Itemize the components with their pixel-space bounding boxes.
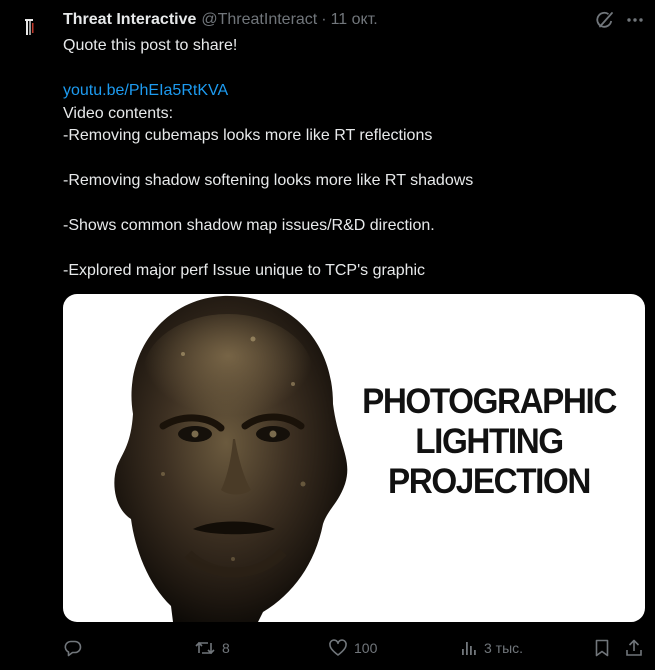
views-icon xyxy=(462,642,476,655)
grok-button[interactable] xyxy=(594,9,616,31)
tweet-line-item-4: -Explored major perf Issue unique to TCP… xyxy=(63,262,426,279)
header-separator: · xyxy=(321,11,327,28)
tweet-line-item-1: -Removing cubemaps looks more like RT re… xyxy=(63,127,433,144)
more-button[interactable] xyxy=(624,9,646,31)
tweet-text: Quote this post to share! youtu.be/PhEIa… xyxy=(63,35,643,283)
action-bar: 8 100 3 тыс. xyxy=(63,636,647,660)
tweet-header: Threat Interactive @ThreatInteract · 11 … xyxy=(63,10,378,30)
media-caption: PHOTOGRAPHIC LIGHTING PROJECTION xyxy=(341,382,637,502)
caption-line-1: PHOTOGRAPHIC xyxy=(362,382,617,421)
post-date[interactable]: 11 окт. xyxy=(331,10,378,30)
bookmark-button[interactable] xyxy=(592,636,612,660)
repost-icon xyxy=(195,641,215,655)
more-icon xyxy=(627,18,643,22)
caption-line-2: LIGHTING xyxy=(415,422,564,461)
bookmark-icon xyxy=(595,639,609,657)
tweet[interactable]: Threat Interactive @ThreatInteract · 11 … xyxy=(0,0,655,670)
repost-button[interactable]: 8 xyxy=(194,636,230,660)
author-display-name[interactable]: Threat Interactive xyxy=(63,10,196,30)
views-count: 3 тыс. xyxy=(484,640,524,656)
tweet-line-contents-heading: Video contents: xyxy=(63,104,174,122)
tweet-line-quote: Quote this post to share! xyxy=(63,37,238,54)
like-count: 100 xyxy=(354,640,378,656)
avatar[interactable] xyxy=(14,10,48,44)
media-thumbnail[interactable]: PHOTOGRAPHIC LIGHTING PROJECTION xyxy=(63,294,645,622)
views-button[interactable]: 3 тыс. xyxy=(460,636,523,660)
reply-icon xyxy=(64,640,82,657)
avatar-logo-icon xyxy=(14,10,48,44)
face-image xyxy=(114,295,348,622)
share-button[interactable] xyxy=(624,636,644,660)
reply-button[interactable] xyxy=(63,636,89,660)
grok-icon xyxy=(596,11,613,28)
share-icon xyxy=(626,639,642,656)
video-link[interactable]: youtu.be/PhEIa5RtKVA xyxy=(63,82,228,99)
like-icon xyxy=(329,639,347,656)
caption-line-3: PROJECTION xyxy=(388,462,591,501)
repost-count: 8 xyxy=(222,640,230,656)
tweet-line-item-3: -Shows common shadow map issues/R&D dire… xyxy=(63,217,435,234)
tweet-line-item-2: -Removing shadow softening looks more li… xyxy=(63,172,474,189)
author-handle[interactable]: @ThreatInteract xyxy=(201,10,317,30)
like-button[interactable]: 100 xyxy=(328,636,377,660)
